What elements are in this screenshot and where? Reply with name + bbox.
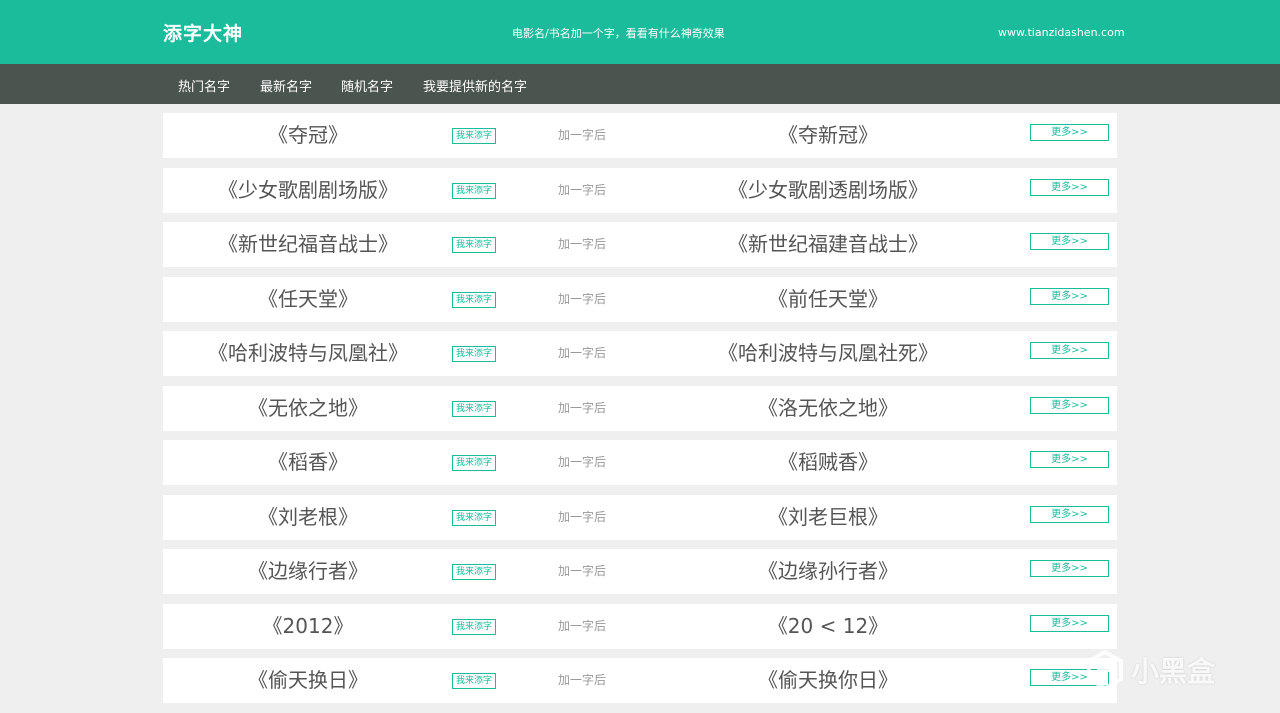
after-label: 加一字后 — [558, 128, 607, 142]
nav-bar: 热门名字 最新名字 随机名字 我要提供新的名字 — [0, 64, 1280, 104]
after-label: 加一字后 — [558, 237, 607, 251]
result-title: 《少女歌剧透剧场版》 — [728, 177, 928, 202]
add-char-button[interactable]: 我来添字 — [452, 291, 496, 308]
result-title: 《稻贼香》 — [778, 450, 878, 474]
list-item: 《新世纪福音战士》 我来添字 加一字后 《新世纪福建音战士》 更多>> — [163, 222, 1117, 267]
site-brand[interactable]: 添字大神 — [163, 19, 243, 46]
list-item: 《刘老根》 我来添字 加一字后 《刘老巨根》 更多>> — [163, 494, 1117, 540]
list-item: 《稻香》 我来添字 加一字后 《稻贼香》 更多>> — [163, 440, 1117, 485]
result-title: 《洛无依之地》 — [758, 395, 898, 420]
name-list: 《夺冠》 我来添字 加一字后 《夺新冠》 更多>> 《少女歌剧剧场版》 我来添字 加一字后 《少… — [163, 113, 1117, 713]
after-label: 加一字后 — [558, 182, 607, 197]
original-title: 《稻香》 — [268, 450, 348, 474]
more-button[interactable]: 更多>> — [1030, 287, 1109, 305]
result-title: 《夺新冠》 — [778, 123, 878, 147]
heybox-logo-icon — [1087, 650, 1123, 690]
more-button[interactable]: 更多>> — [1030, 560, 1109, 577]
list-item: 《边缘行者》 我来添字 加一字后 《边缘孙行者》 更多>> — [163, 549, 1117, 594]
add-char-button[interactable]: 我来添字 — [452, 509, 496, 526]
more-button[interactable]: 更多>> — [1030, 233, 1109, 250]
list-item: 《偷天换日》 我来添字 加一字后 《偷天换你日》 更多>> — [163, 658, 1117, 703]
list-item: 《任天堂》 我来添字 加一字后 《前任天堂》 更多>> — [163, 276, 1117, 322]
add-char-button[interactable]: 我来添字 — [452, 182, 496, 199]
after-label: 加一字后 — [558, 618, 607, 633]
result-title: 《前任天堂》 — [768, 286, 888, 311]
site-domain: www.tianzidashen.com — [998, 26, 1125, 39]
nav-item-submit[interactable]: 我要提供新的名字 — [423, 76, 527, 95]
more-button[interactable]: 更多>> — [1030, 124, 1109, 141]
add-char-button[interactable]: 我来添字 — [452, 455, 496, 471]
more-button[interactable]: 更多>> — [1030, 614, 1109, 632]
original-title: 《偷天换日》 — [248, 668, 368, 692]
after-label: 加一字后 — [558, 400, 607, 415]
add-char-button[interactable]: 我来添字 — [452, 618, 496, 635]
after-label: 加一字后 — [558, 673, 607, 687]
add-char-button[interactable]: 我来添字 — [452, 564, 496, 580]
after-label: 加一字后 — [558, 346, 607, 360]
add-char-button[interactable]: 我来添字 — [452, 400, 496, 417]
after-label: 加一字后 — [558, 455, 607, 469]
result-title: 《新世纪福建音战士》 — [728, 232, 928, 256]
more-button[interactable]: 更多>> — [1030, 505, 1109, 523]
site-slogan: 电影名/书名加一个字，看看有什么神奇效果 — [512, 27, 725, 40]
more-button[interactable]: 更多>> — [1030, 451, 1109, 468]
top-header: 添字大神 电影名/书名加一个字，看看有什么神奇效果 www.tianzidash… — [0, 0, 1280, 64]
more-button[interactable]: 更多>> — [1030, 396, 1109, 414]
add-char-button[interactable]: 我来添字 — [452, 673, 496, 689]
nav-item-latest[interactable]: 最新名字 — [260, 76, 312, 95]
watermark: 小黑盒 — [1085, 650, 1215, 690]
list-item: 《夺冠》 我来添字 加一字后 《夺新冠》 更多>> — [163, 113, 1117, 158]
original-title: 《刘老根》 — [258, 504, 358, 529]
after-label: 加一字后 — [558, 509, 607, 524]
list-item: 《少女歌剧剧场版》 我来添字 加一字后 《少女歌剧透剧场版》 更多>> — [163, 167, 1117, 213]
original-title: 《哈利波特与凤凰社》 — [208, 341, 408, 365]
add-char-button[interactable]: 我来添字 — [452, 128, 496, 144]
original-title: 《边缘行者》 — [248, 559, 368, 583]
nav-item-hot[interactable]: 热门名字 — [178, 76, 230, 95]
after-label: 加一字后 — [558, 291, 607, 306]
result-title: 《20 < 12》 — [767, 613, 889, 638]
more-button[interactable]: 更多>> — [1030, 178, 1109, 196]
original-title: 《无依之地》 — [248, 395, 368, 420]
result-title: 《哈利波特与凤凰社死》 — [718, 341, 938, 365]
watermark-text: 小黑盒 — [1131, 655, 1216, 688]
add-char-button[interactable]: 我来添字 — [452, 237, 496, 253]
more-button[interactable]: 更多>> — [1030, 342, 1109, 359]
list-item: 《哈利波特与凤凰社》 我来添字 加一字后 《哈利波特与凤凰社死》 更多>> — [163, 331, 1117, 376]
original-title: 《任天堂》 — [258, 286, 358, 311]
original-title: 《新世纪福音战士》 — [218, 232, 398, 256]
nav-item-random[interactable]: 随机名字 — [341, 76, 393, 95]
result-title: 《偷天换你日》 — [758, 668, 898, 692]
list-item: 《无依之地》 我来添字 加一字后 《洛无依之地》 更多>> — [163, 385, 1117, 431]
original-title: 《少女歌剧剧场版》 — [218, 177, 398, 202]
original-title: 《2012》 — [262, 613, 354, 638]
result-title: 《边缘孙行者》 — [758, 559, 898, 583]
list-item: 《2012》 我来添字 加一字后 《20 < 12》 更多>> — [163, 603, 1117, 649]
add-char-button[interactable]: 我来添字 — [452, 346, 496, 362]
original-title: 《夺冠》 — [268, 123, 348, 147]
after-label: 加一字后 — [558, 564, 607, 578]
result-title: 《刘老巨根》 — [768, 504, 888, 529]
